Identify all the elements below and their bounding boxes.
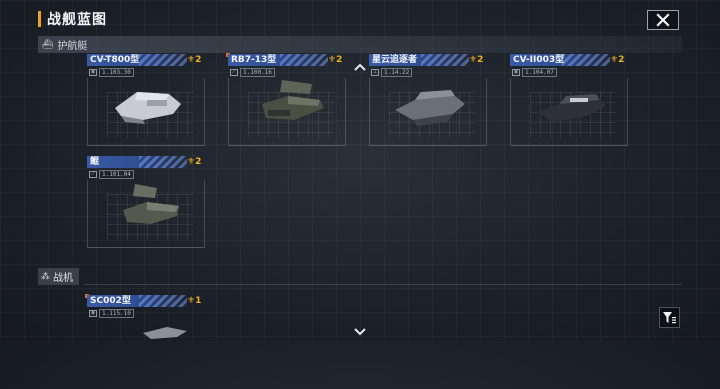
card-name: 星云追逐者: [372, 55, 418, 65]
blueprint-card[interactable]: CV-II003型 ⚜2 ▦ 1.104.07: [510, 54, 628, 148]
blueprint-card[interactable]: CV-T800型 ⚜2 ▦ 1.103.30: [87, 54, 205, 148]
card-name: SC002型: [90, 296, 131, 306]
section-divider: [84, 284, 682, 285]
card-name: 鲲: [90, 157, 100, 167]
section-header-fighter: ⁂ 战机: [38, 268, 79, 285]
cruiser-ship-icon: [538, 94, 606, 122]
card-level: ⚜2: [328, 55, 343, 65]
card-name: CV-T800型: [90, 55, 140, 65]
card-name: CV-II003型: [513, 55, 565, 65]
blueprint-card[interactable]: SC002型 ⚜1 ▦ 1.115.10: [85, 294, 205, 389]
card-level: ⚜2: [187, 55, 202, 65]
gunboat-ship-icon: [262, 80, 324, 120]
card-level: ⚜2: [187, 157, 202, 167]
fighter-section-icon: ⁂: [41, 271, 50, 282]
escort-section-icon: ⛴: [42, 39, 54, 50]
card-header: [87, 156, 187, 168]
chevron-up-icon: [354, 63, 366, 71]
blueprint-card[interactable]: RB7-13型 ⚜2 ⟋ 1.100.16: [226, 53, 346, 148]
fighter-ship-icon: [143, 327, 187, 339]
card-level: ⚜1: [187, 296, 202, 306]
chevron-down-icon: [354, 328, 366, 336]
close-icon: [656, 13, 670, 27]
chaser-ship-icon: [395, 90, 465, 126]
card-meta: ▦ 1.115.10: [89, 309, 134, 318]
page-title: 战舰蓝图: [47, 12, 107, 28]
blueprint-card[interactable]: 星云追逐者 ⚜2 ⊥ 1.14.22: [369, 54, 487, 148]
section-label-escort: 护航艇: [57, 41, 88, 52]
filter-button[interactable]: [659, 307, 680, 328]
card-level: ⚜2: [469, 55, 484, 65]
title-accent: [38, 11, 41, 27]
card-level: ⚜2: [610, 55, 625, 65]
scroll-down-button[interactable]: [354, 321, 366, 340]
filter-icon: [663, 311, 676, 323]
close-button[interactable]: [647, 10, 679, 30]
frigate-ship-icon: [115, 92, 181, 124]
section-label-fighter: 战机: [53, 273, 73, 284]
section-header-escort: ⛴ 护航艇: [38, 36, 682, 53]
scroll-up-button[interactable]: [354, 56, 366, 75]
card-name: RB7-13型: [231, 55, 277, 65]
kun-ship-icon: [123, 184, 179, 224]
blueprint-card[interactable]: 鲲 ⚜2 ⟋ 1.101.04: [87, 156, 205, 250]
